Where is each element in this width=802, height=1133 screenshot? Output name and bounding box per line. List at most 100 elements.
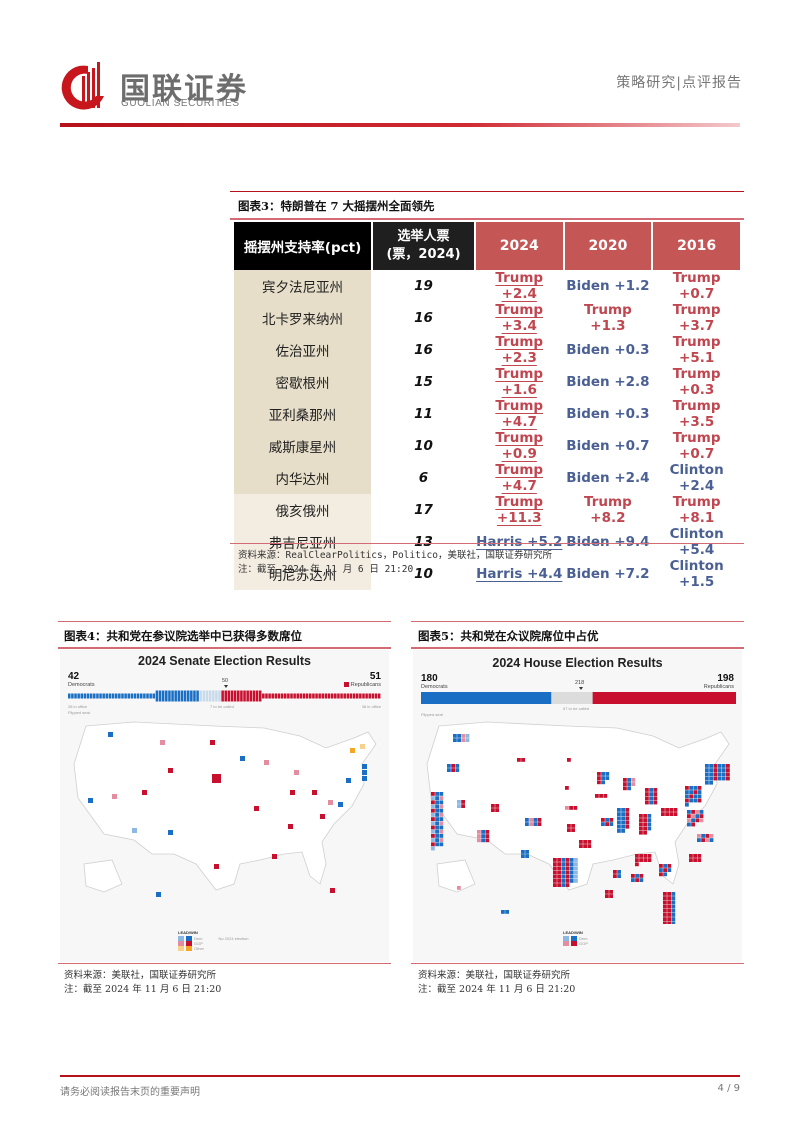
district-marker	[627, 782, 631, 786]
senate-seat	[368, 693, 372, 699]
district-marker	[561, 858, 566, 862]
state-seat-marker	[168, 830, 173, 835]
district-marker	[667, 917, 671, 921]
district-marker	[625, 808, 630, 812]
district-marker	[447, 764, 451, 768]
district-marker	[726, 764, 730, 768]
senate-seat	[130, 693, 134, 699]
senate-seat	[346, 693, 350, 699]
district-marker	[565, 874, 570, 879]
district-marker	[689, 786, 693, 790]
margin-2020-cell: Biden +0.3	[566, 342, 650, 358]
district-marker	[457, 734, 461, 738]
state-seat-marker	[338, 802, 343, 807]
senate-seat	[186, 690, 190, 702]
district-marker	[625, 812, 630, 816]
margin-2020-cell: Biden +2.4	[566, 470, 650, 486]
district-marker	[557, 862, 561, 866]
district-marker	[701, 834, 705, 838]
district-marker	[667, 900, 671, 905]
senate-seat	[215, 690, 218, 702]
district-marker	[565, 858, 570, 862]
senate-seat	[365, 693, 368, 699]
district-marker	[621, 820, 625, 825]
district-marker	[574, 879, 578, 883]
senate-seat	[139, 693, 143, 699]
district-marker	[697, 786, 702, 790]
margin-2020-cell: Trump +1.3	[584, 302, 632, 334]
legend-gop-lead-swatch	[563, 941, 569, 946]
district-marker	[574, 870, 578, 875]
district-marker	[663, 921, 667, 924]
district-marker	[569, 874, 574, 879]
district-marker	[663, 864, 667, 868]
district-marker	[465, 734, 470, 738]
column-header-2020: 2020	[564, 222, 652, 270]
district-marker	[621, 816, 625, 821]
district-marker	[647, 854, 652, 858]
column-header-votes: 选举人票 (票，2024)	[373, 222, 474, 270]
district-marker	[435, 808, 439, 813]
district-marker	[709, 764, 713, 768]
senate-seat	[315, 693, 318, 699]
district-marker	[501, 910, 505, 914]
district-marker	[477, 830, 481, 834]
district-marker	[643, 858, 648, 862]
district-marker	[453, 738, 457, 742]
district-marker	[567, 824, 571, 828]
district-marker	[663, 896, 667, 900]
district-marker	[671, 917, 676, 921]
district-marker	[561, 883, 566, 887]
district-marker	[533, 818, 538, 822]
district-marker	[431, 800, 435, 805]
legend-other-lead-swatch	[178, 946, 184, 951]
district-marker	[693, 786, 698, 790]
district-marker	[565, 862, 570, 866]
district-marker	[639, 874, 644, 878]
house-to-be-called: 57 to be called	[563, 706, 590, 711]
district-marker	[453, 734, 457, 738]
district-marker	[439, 792, 444, 796]
district-marker	[431, 808, 435, 813]
district-marker	[671, 892, 676, 896]
district-marker	[639, 878, 644, 882]
district-marker	[517, 758, 521, 762]
district-marker	[565, 870, 570, 875]
district-marker	[689, 794, 693, 799]
senate-dem-in-office: 28 in office	[68, 704, 88, 709]
district-marker	[649, 800, 653, 805]
district-marker	[597, 780, 601, 785]
senate-seat	[280, 693, 284, 699]
margin-2016-cell: Trump +3.5	[672, 398, 721, 430]
district-marker	[621, 829, 625, 833]
district-marker	[687, 822, 691, 827]
footer-disclaimer: 请务必阅读报告末页的重要声明	[60, 1087, 200, 1098]
senate-seat	[340, 693, 343, 699]
district-marker	[599, 794, 603, 798]
district-marker	[689, 798, 693, 803]
figure5-note: 注：截至 2024 年 11 月 6 日 21:20	[418, 984, 576, 995]
senate-seat	[362, 693, 365, 699]
senate-seat	[161, 690, 165, 702]
senate-seat	[171, 690, 174, 702]
district-marker	[553, 874, 557, 879]
senate-seat	[96, 693, 99, 699]
margin-2024-cell: Harris +4.4	[476, 566, 563, 582]
district-marker	[461, 800, 465, 804]
district-marker	[491, 808, 495, 812]
figure5-source: 资料来源：美联社，国联证券研究所	[418, 970, 571, 981]
margin-2024-cell: Trump +3.4	[495, 302, 544, 334]
district-marker	[574, 862, 578, 866]
report-type: 策略研究|点评报告	[616, 75, 742, 91]
district-marker	[685, 786, 689, 790]
district-marker	[697, 798, 702, 803]
brand-name-en: GUOLIAN SECURITIES	[121, 98, 240, 109]
state-seat-marker	[112, 794, 117, 799]
district-marker	[617, 824, 621, 829]
district-marker	[649, 796, 653, 801]
margin-2020-cell: Trump +8.2	[584, 494, 632, 526]
district-marker	[621, 812, 625, 816]
district-marker	[439, 796, 444, 800]
district-marker	[639, 854, 643, 858]
electoral-votes-cell: 16	[414, 310, 433, 326]
